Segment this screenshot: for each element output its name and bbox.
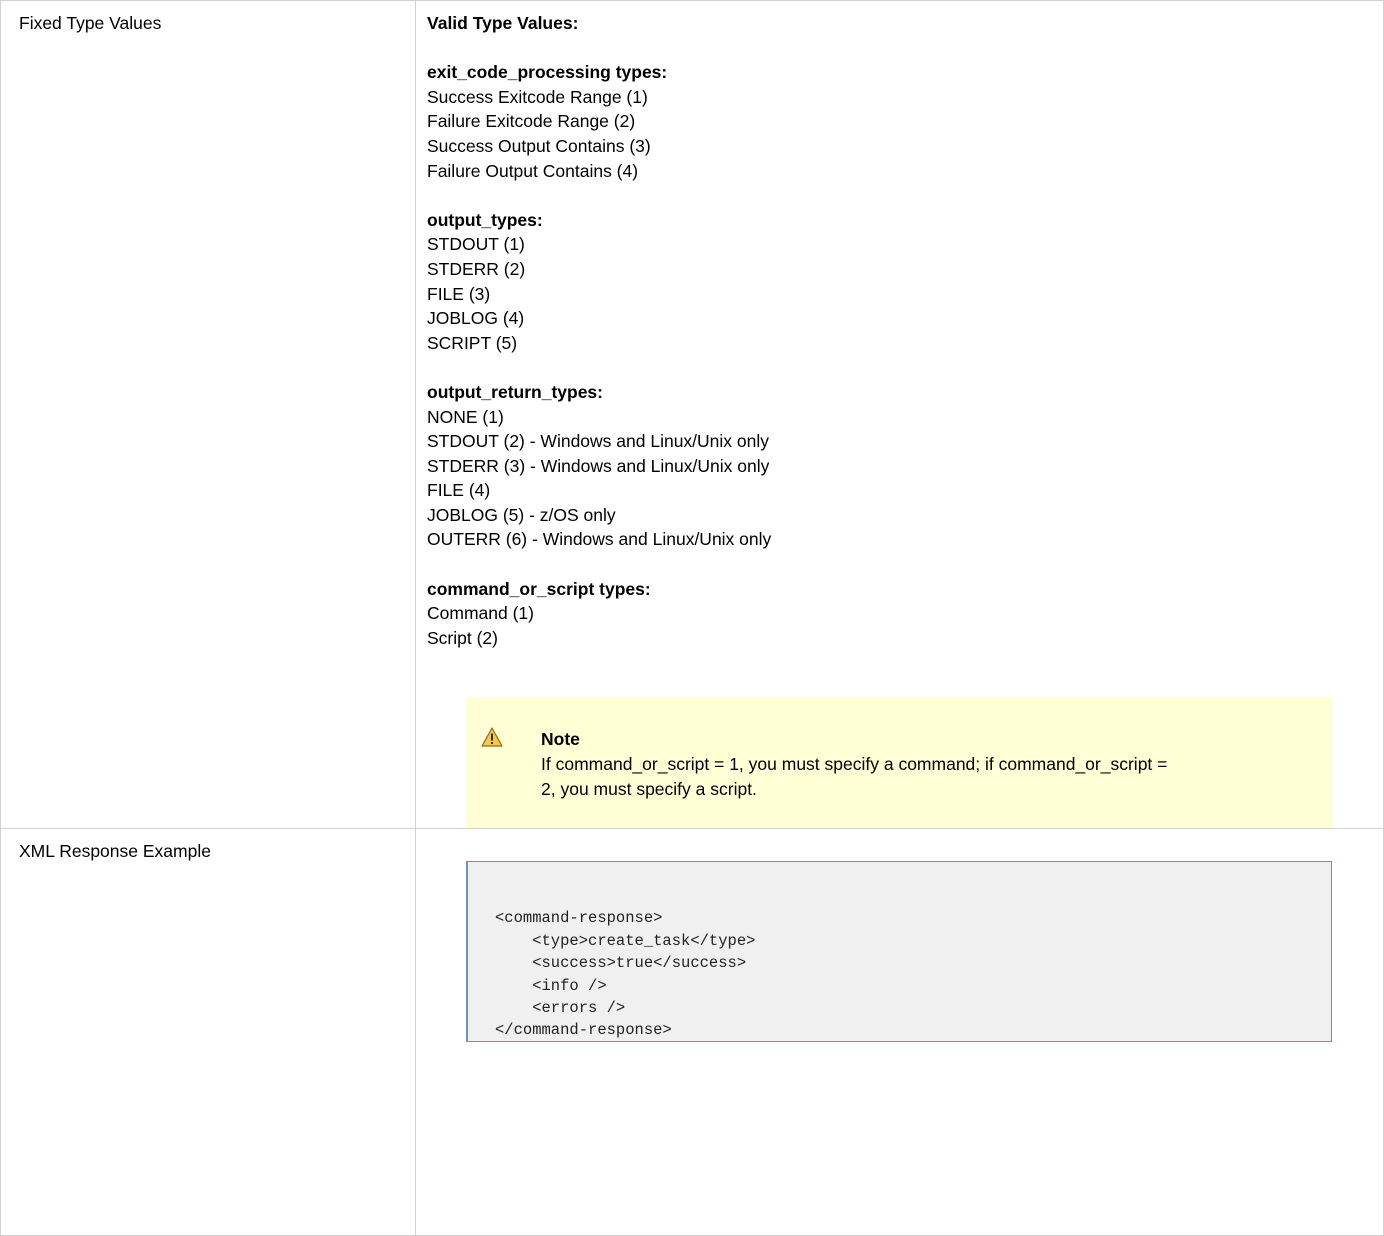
group-title: exit_code_processing types: — [427, 62, 668, 83]
group-command-or-script-types: command_or_script types: Command (1) Scr… — [427, 577, 1373, 651]
note-body: Note If command_or_script = 1, you must … — [541, 727, 1301, 801]
row-label-cell: Fixed Type Values — [0, 0, 416, 830]
list-item: FILE (3) — [427, 283, 491, 304]
group-exit-code-processing: exit_code_processing types: Success Exit… — [427, 60, 1373, 183]
code-block: <command-response> <type>create_task</ty… — [466, 861, 1332, 1043]
code-line: <errors /> — [495, 999, 626, 1018]
list-item: NONE (1) — [427, 406, 504, 427]
list-item: STDERR (3) - Windows and Linux/Unix only — [427, 455, 770, 476]
note-text-line: 2, you must specify a script. — [541, 778, 757, 799]
note-text-line: If command_or_script = 1, you must speci… — [541, 754, 1168, 775]
code-line: </command-response> — [495, 1021, 672, 1040]
table-row-fixed-type-values: Fixed Type Values Valid Type Values: exi… — [0, 0, 1384, 830]
valid-type-values-heading: Valid Type Values: — [427, 13, 579, 33]
note-title: Note — [541, 729, 580, 750]
parameters-table: Fixed Type Values Valid Type Values: exi… — [0, 0, 1384, 1236]
list-item: Failure Exitcode Range (2) — [427, 111, 636, 132]
group-output-return-types: output_return_types: NONE (1) STDOUT (2)… — [427, 380, 1373, 552]
group-title: output_return_types: — [427, 381, 603, 402]
list-item: JOBLOG (5) - z/OS only — [427, 504, 616, 525]
list-item: SCRIPT (5) — [427, 332, 518, 353]
list-item: OUTERR (6) - Windows and Linux/Unix only — [427, 529, 772, 550]
list-item: STDOUT (1) — [427, 234, 525, 255]
code-line: <command-response> — [495, 909, 663, 928]
code-line: <type>create_task</type> — [495, 931, 756, 950]
note-panel: Note If command_or_script = 1, you must … — [466, 697, 1332, 829]
row-content-cell: Valid Type Values: exit_code_processing … — [415, 0, 1384, 830]
list-item: FILE (4) — [427, 480, 491, 501]
list-item: Success Exitcode Range (1) — [427, 86, 648, 107]
row-label-cell: XML Response Example — [0, 828, 416, 1236]
list-item: Script (2) — [427, 627, 498, 648]
row-label-xml-response-example: XML Response Example — [19, 841, 211, 862]
list-item: STDOUT (2) - Windows and Linux/Unix only — [427, 431, 770, 452]
warning-icon — [481, 727, 503, 748]
list-item: Failure Output Contains (4) — [427, 160, 639, 181]
code-line: <info /> — [495, 976, 607, 995]
list-item: STDERR (2) — [427, 258, 526, 279]
group-title: output_types: — [427, 209, 543, 230]
table-row-xml-response-example: XML Response Example <command-response> … — [0, 828, 1384, 1236]
list-item: JOBLOG (4) — [427, 308, 525, 329]
list-item: Success Output Contains (3) — [427, 135, 651, 156]
group-output-types: output_types: STDOUT (1) STDERR (2) FILE… — [427, 208, 1373, 356]
row-content-cell: <command-response> <type>create_task</ty… — [415, 828, 1384, 1236]
list-item: Command (1) — [427, 603, 534, 624]
row-label-fixed-type-values: Fixed Type Values — [19, 13, 162, 33]
code-line: <success>true</success> — [495, 954, 747, 973]
group-title: command_or_script types: — [427, 578, 651, 599]
